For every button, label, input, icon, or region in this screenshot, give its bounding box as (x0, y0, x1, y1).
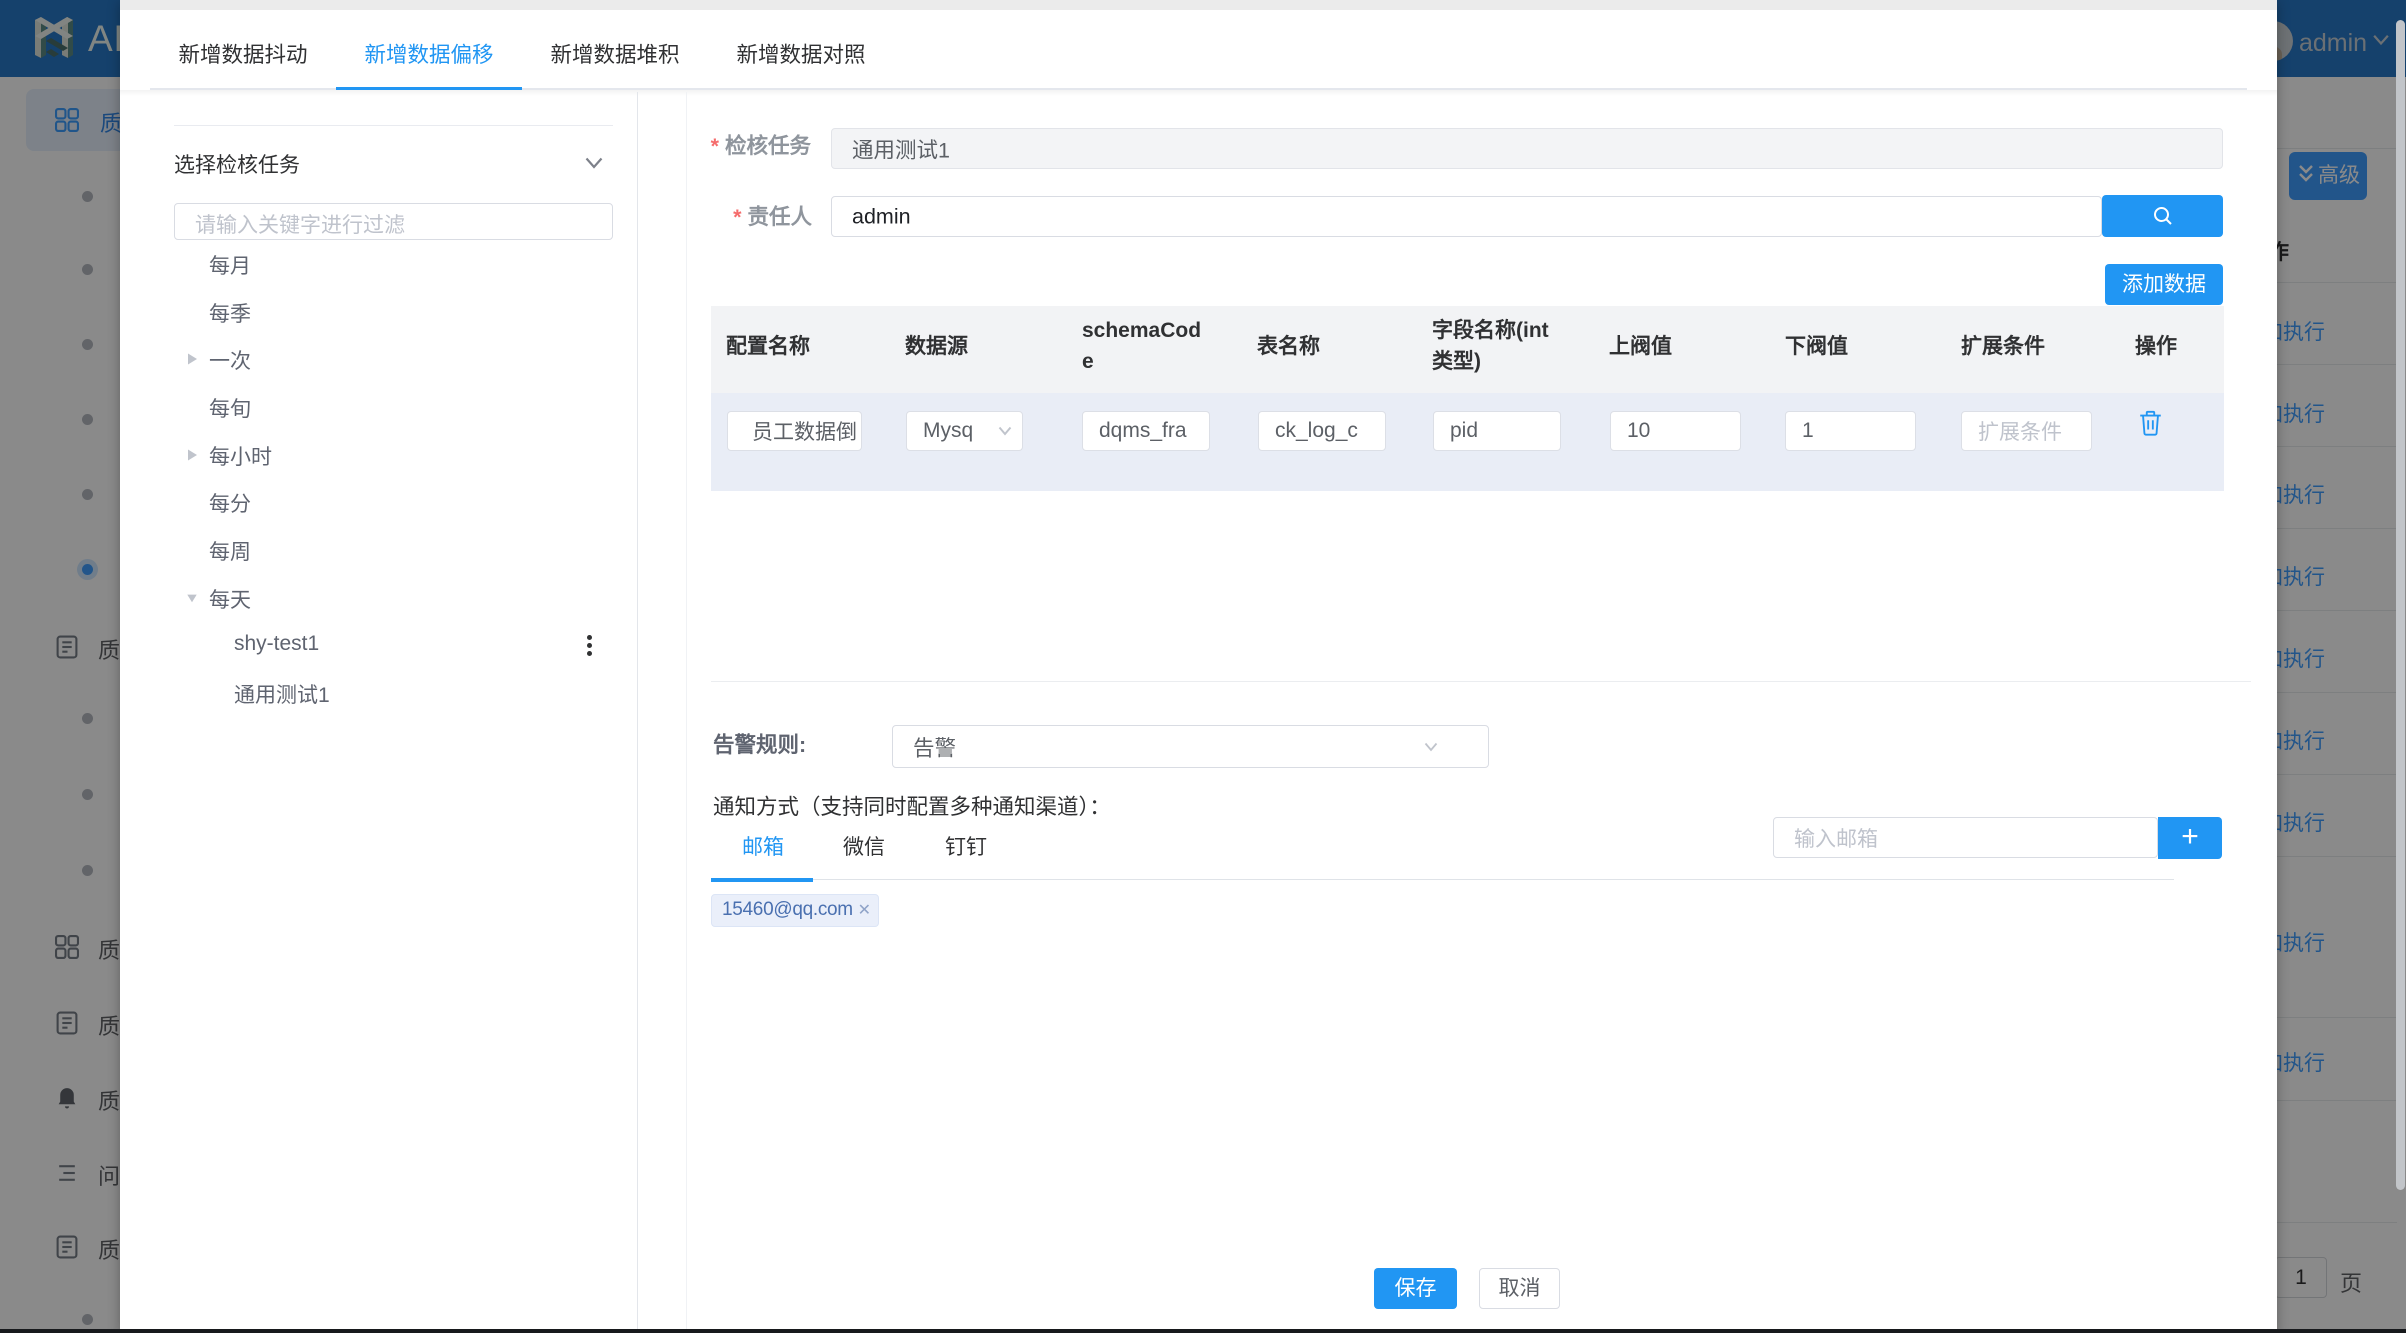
search-icon (2153, 207, 2172, 225)
email-tag-close-icon[interactable]: ✕ (858, 900, 871, 920)
section-divider (711, 681, 2251, 682)
select-chevron-down-icon (1424, 742, 1438, 752)
dialog-tab-4[interactable]: 新增数据对照 (708, 30, 894, 80)
dialog-tab-2[interactable]: 新增数据偏移 (336, 30, 522, 80)
config-table-row: 员工数据倒 Mysq dqms_fra ck_log_c pid 10 1 扩展… (711, 393, 2224, 491)
tree-node-label: 每小时 (209, 446, 272, 469)
collapse-top-border (174, 125, 613, 126)
dialog-top-strip (120, 0, 2277, 10)
datasource-select[interactable]: Mysq (906, 411, 1023, 451)
tree-node-每小时[interactable]: 每小时 (150, 431, 637, 479)
tree-expand-caret-right-icon[interactable] (186, 448, 198, 462)
tree-node-label: 每季 (209, 303, 251, 326)
task-field-label: * 检核任务 (710, 134, 811, 158)
tree-expand-caret-right-icon[interactable] (186, 352, 198, 366)
required-star: * (733, 205, 748, 229)
config-col-header: 配置名称 (726, 335, 810, 358)
tree-node-每月[interactable]: 每月 (150, 240, 637, 288)
scrollbar-thumb[interactable] (2396, 20, 2405, 1190)
tree-node-shy-test1[interactable]: shy-test1 (150, 622, 637, 670)
tree-node-通用测试1[interactable]: 通用测试1 (150, 669, 637, 717)
add-email-button[interactable]: + (2158, 817, 2222, 859)
alert-rule-value: 告警 (913, 736, 957, 760)
active-tab-underline (336, 87, 522, 90)
notify-tab-bar-border (813, 879, 2174, 880)
owner-search-button[interactable] (2102, 195, 2223, 237)
tree-node-label: 通用测试1 (234, 684, 330, 707)
tree-expand-caret-down-icon[interactable] (186, 591, 198, 605)
tree-filter-input[interactable]: 请输入关键字进行过滤 (174, 203, 613, 240)
cancel-button[interactable]: 取消 (1479, 1268, 1560, 1309)
config-col-header: 操作 (2135, 335, 2177, 358)
dialog-tab-3[interactable]: 新增数据堆积 (522, 30, 708, 80)
alert-rule-label: 告警规则: (713, 733, 807, 757)
owner-input-value: admin (852, 204, 911, 228)
tree-node-label: shy-test1 (234, 632, 320, 655)
notify-active-tab-underline (711, 878, 813, 882)
lower-threshold-input[interactable]: 1 (1785, 411, 1916, 451)
config-col-header: 扩展条件 (1961, 335, 2045, 358)
tree-node-每天[interactable]: 每天 (150, 574, 637, 622)
notify-tab-3[interactable]: 钉钉 (915, 831, 1017, 861)
select-chevron-down-icon (998, 426, 1012, 436)
dialog-tab-1[interactable]: 新增数据抖动 (150, 30, 336, 80)
tree-node-label: 每周 (209, 541, 251, 564)
email-tag: 15460@qq.com ✕ (711, 894, 879, 927)
collapse-chevron-down-icon[interactable] (585, 157, 603, 169)
task-input-value: 通用测试1 (852, 138, 950, 162)
tree-node-每旬[interactable]: 每旬 (150, 383, 637, 431)
notify-method-label: 通知方式（支持同时配置多种通知渠道）： (713, 795, 1111, 819)
task-tree-panel: 选择检核任务 请输入关键字进行过滤 每月每季一次每旬每小时每分每周每天 shy-t… (150, 92, 638, 1333)
collapse-title[interactable]: 选择检核任务 (174, 149, 300, 179)
notify-tab-2[interactable]: 微信 (813, 831, 915, 861)
task-input: 通用测试1 (831, 128, 2223, 169)
email-input-placeholder: 输入邮箱 (1794, 827, 1878, 851)
table-name-input[interactable]: ck_log_c (1258, 411, 1386, 451)
tree-node-label: 每旬 (209, 398, 251, 421)
tree-node-每周[interactable]: 每周 (150, 526, 637, 574)
tree-node-label: 每月 (209, 255, 251, 278)
tree-node-label: 一次 (209, 350, 251, 373)
config-col-header: 数据源 (905, 335, 968, 358)
config-table-header: 配置名称 数据源 schemaCode 表名称 字段名称(int类型) 上阀值 下阀值 扩展条… (711, 306, 2224, 393)
dialog: 新增数据抖动 新增数据偏移 新增数据堆积 新增数据对照 选择检核任务 请输入关键字进行… (120, 0, 2277, 1333)
config-col-header: 下阀值 (1785, 335, 1848, 358)
config-name-input[interactable]: 员工数据倒 (727, 411, 862, 451)
email-input[interactable]: 输入邮箱 (1773, 817, 2158, 858)
config-col-header: 字段名称(int类型) (1432, 319, 1549, 373)
bottom-edge-strip (0, 1329, 2406, 1333)
config-col-header: 表名称 (1257, 335, 1320, 358)
config-col-header: 上阀值 (1609, 335, 1672, 358)
email-tag-text: 15460@qq.com (722, 899, 853, 920)
ext-condition-input[interactable]: 扩展条件 (1961, 411, 2092, 451)
owner-input[interactable]: admin (831, 196, 2102, 237)
field-name-input[interactable]: pid (1433, 411, 1561, 451)
rule-form: * 检核任务 通用测试1 * 责任人 admin 添加数据 配置名称 数据源 sch… (686, 92, 2277, 1333)
schema-code-input[interactable]: dqms_fra (1082, 411, 1210, 451)
config-col-header: schemaCode (1082, 319, 1202, 373)
tree-node-每季[interactable]: 每季 (150, 288, 637, 336)
tree-node-menu-kebab-icon[interactable] (587, 635, 592, 659)
notify-tab-1[interactable]: 邮箱 (712, 831, 814, 861)
tree-node-label: 每天 (209, 589, 251, 612)
delete-row-trash-icon[interactable] (2138, 409, 2163, 437)
tree-filter-placeholder: 请输入关键字进行过滤 (195, 214, 405, 237)
add-data-button[interactable]: 添加数据 (2105, 264, 2223, 305)
tree-node-label: 每分 (209, 493, 251, 516)
alert-rule-select[interactable]: 告警 (892, 725, 1489, 768)
required-star: * (710, 134, 725, 158)
save-button[interactable]: 保存 (1374, 1268, 1457, 1309)
tree-node-每分[interactable]: 每分 (150, 478, 637, 526)
upper-threshold-input[interactable]: 10 (1610, 411, 1741, 451)
tree-node-一次[interactable]: 一次 (150, 335, 637, 383)
owner-field-label: * 责任人 (733, 205, 812, 229)
